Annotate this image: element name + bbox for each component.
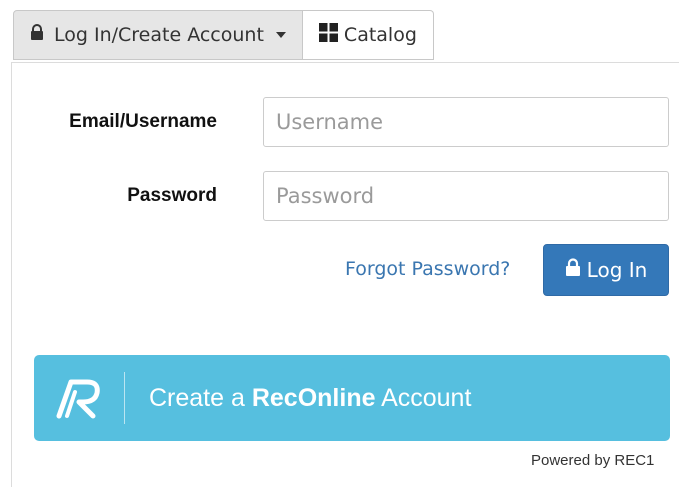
create-account-prefix: Create a	[149, 383, 252, 412]
create-account-brand: RecOnline	[251, 383, 376, 412]
lock-icon	[30, 24, 44, 46]
login-create-account-dropdown[interactable]: Log In/Create Account	[13, 10, 303, 60]
login-button[interactable]: Log In	[543, 244, 669, 296]
catalog-button[interactable]: Catalog	[302, 10, 434, 60]
password-label: Password	[127, 185, 217, 206]
caret-down-icon	[275, 32, 286, 38]
login-toggle-label: Log In/Create Account	[54, 24, 264, 46]
reconline-logo-icon	[34, 355, 124, 441]
create-account-label: Create a RecOnline Account	[149, 384, 471, 413]
catalog-label: Catalog	[343, 24, 417, 46]
password-input[interactable]	[263, 171, 669, 221]
username-label: Email/Username	[69, 111, 217, 132]
forgot-password-link[interactable]: Forgot Password?	[345, 258, 510, 280]
lock-icon	[565, 258, 581, 282]
username-input[interactable]	[263, 97, 669, 147]
grid-icon	[318, 23, 338, 47]
login-button-label: Log In	[586, 258, 648, 282]
powered-by-text: Powered by REC1	[531, 452, 655, 469]
create-account-suffix: Account	[375, 383, 472, 412]
create-reconline-account-button[interactable]: Create a RecOnline Account	[34, 355, 670, 441]
create-account-divider	[124, 372, 125, 424]
top-toolbar: Log In/Create Account Catalog	[13, 10, 434, 60]
